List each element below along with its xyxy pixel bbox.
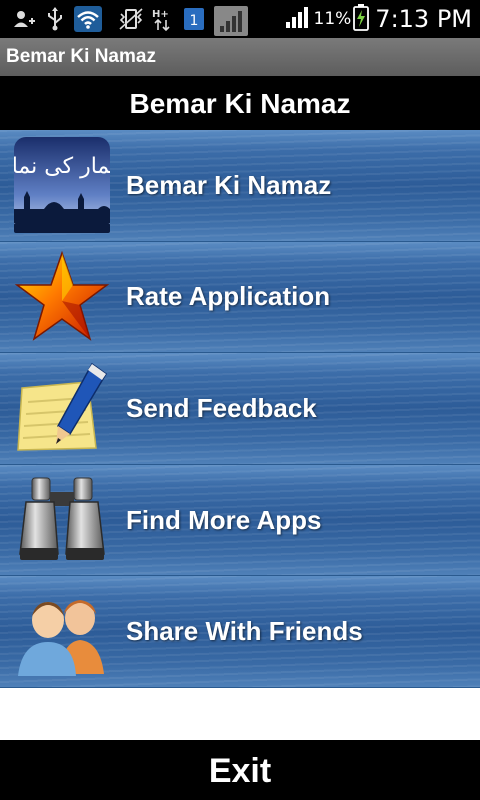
battery-percent: 11% — [313, 9, 352, 29]
binoculars-icon — [14, 472, 110, 568]
signal-icon — [284, 4, 312, 34]
menu-item-label: Bemar Ki Namaz — [126, 169, 332, 200]
battery-charging-icon — [353, 3, 370, 35]
status-icons-left: H+ 1 — [10, 6, 254, 36]
page-title: Bemar Ki Namaz — [0, 76, 480, 130]
menu-item-label: Find More Apps — [126, 504, 322, 535]
exit-button[interactable]: Exit — [0, 740, 480, 800]
menu-item-find-more-apps[interactable]: Find More Apps — [0, 464, 480, 577]
vibrate-icon — [118, 6, 144, 32]
menu-item-label: Send Feedback — [126, 392, 317, 423]
usb-icon — [42, 6, 68, 32]
notification-badge: 1 — [190, 13, 199, 29]
window-title: Bemar Ki Namaz — [0, 38, 480, 76]
signal-icon — [214, 6, 248, 36]
clock: 7:13 PM — [375, 5, 472, 33]
menu-item-label: Rate Application — [126, 281, 331, 312]
status-icons-right: 11% 7:13 PM — [284, 3, 472, 35]
menu-item-share-with-friends[interactable]: Share With Friends — [0, 576, 480, 688]
menu-item-bemar-ki-namaz[interactable]: بیمار کی نماز Bemar Ki Namaz — [0, 130, 480, 242]
status-bar: H+ 1 11% 7:13 PM — [0, 0, 480, 38]
mosque-book-icon: بیمار کی نماز — [0, 137, 123, 234]
person-add-icon — [10, 6, 36, 32]
network-activity-icon: H+ — [150, 6, 176, 32]
star-icon — [14, 249, 110, 345]
menu-item-send-feedback[interactable]: Send Feedback — [0, 353, 480, 465]
sim-badge-icon: 1 — [182, 6, 208, 32]
notepad-pencil-icon — [14, 360, 110, 456]
icon-urdu-text: بیمار کی نماز — [14, 154, 110, 179]
main-menu: بیمار کی نماز Bemar Ki Namaz Rate Applic… — [0, 130, 480, 688]
users-icon — [14, 584, 110, 680]
menu-item-rate-application[interactable]: Rate Application — [0, 241, 480, 354]
menu-item-label: Share With Friends — [126, 616, 363, 647]
network-type-label: H+ — [152, 9, 169, 20]
wifi-icon — [74, 6, 102, 32]
